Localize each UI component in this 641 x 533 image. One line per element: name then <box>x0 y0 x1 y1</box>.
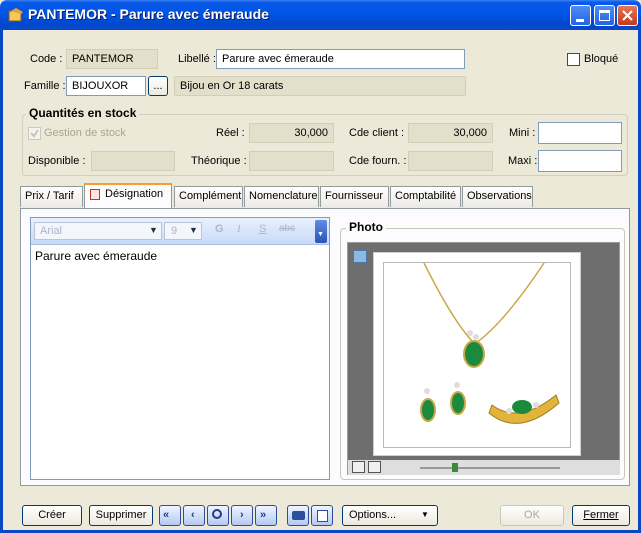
maxi-input[interactable] <box>538 150 622 172</box>
title-bar[interactable]: PANTEMOR - Parure avec émeraude <box>0 0 641 30</box>
chevron-down-icon: ▼ <box>421 510 429 519</box>
reel-label: Réel : <box>216 127 245 139</box>
close-button[interactable] <box>617 5 638 26</box>
left-icon: ‹ <box>191 509 195 521</box>
toolbar-overflow-button[interactable]: ▼ <box>315 220 327 243</box>
fermer-button[interactable]: Fermer <box>572 505 630 526</box>
theorique-label: Théorique : <box>191 155 247 167</box>
zoom-slider-thumb[interactable] <box>452 463 458 472</box>
next-record-button[interactable]: › <box>231 505 253 526</box>
italic-button[interactable]: I <box>237 223 241 235</box>
disponible-label: Disponible : <box>28 155 86 167</box>
list-icon <box>317 510 328 522</box>
document-icon <box>90 189 100 200</box>
stock-group-title: Quantités en stock <box>26 106 140 120</box>
font-select-value: Arial <box>40 225 63 237</box>
jewelry-photo <box>420 262 560 424</box>
double-right-icon: » <box>260 509 267 521</box>
minimize-icon <box>576 19 584 22</box>
tab-fournisseur[interactable]: Fournisseur <box>320 186 389 207</box>
close-icon <box>622 10 633 21</box>
print-button[interactable] <box>287 505 309 526</box>
editor-text: Parure avec émeraude <box>35 249 158 263</box>
zoom-slider[interactable] <box>420 467 560 469</box>
maximize-button[interactable] <box>594 5 615 26</box>
underline-button[interactable]: S <box>259 223 266 235</box>
previous-record-button[interactable]: ‹ <box>183 505 205 526</box>
fit-icon[interactable] <box>352 461 365 473</box>
minimize-button[interactable] <box>570 5 591 26</box>
cde-fourn-value <box>408 151 493 171</box>
font-select[interactable]: Arial ▼ <box>34 222 162 240</box>
theorique-value <box>249 151 334 171</box>
tab-designation[interactable]: Désignation <box>84 183 172 208</box>
tab-prix-tarif[interactable]: Prix / Tarif <box>20 186 83 207</box>
app-icon <box>8 8 23 22</box>
chevron-down-icon: ▼ <box>189 225 198 235</box>
search-button[interactable] <box>207 505 229 526</box>
bold-button[interactable]: G <box>215 223 224 235</box>
double-left-icon: « <box>163 509 170 521</box>
gestion-stock-checkbox[interactable] <box>28 127 41 140</box>
photo-paper <box>373 252 581 456</box>
creer-button[interactable]: Créer <box>22 505 82 526</box>
libelle-label: Libellé : <box>178 53 216 65</box>
tab-strip: Prix / Tarif Désignation Complément Nome… <box>20 183 620 210</box>
bloque-label: Bloqué <box>584 53 619 65</box>
cde-fourn-label: Cde fourn. : <box>349 155 407 167</box>
photo-viewer[interactable] <box>347 242 620 475</box>
cde-client-label: Cde client : <box>349 127 405 139</box>
tab-observations[interactable]: Observations <box>462 186 533 207</box>
bloque-checkbox[interactable] <box>567 53 580 66</box>
famille-browse-button[interactable]: ... <box>148 76 168 96</box>
mini-label: Mini : <box>509 127 536 139</box>
code-field: PANTEMOR <box>66 49 158 69</box>
mini-input[interactable] <box>538 122 622 144</box>
first-record-button[interactable]: « <box>159 505 181 526</box>
maximize-icon <box>599 10 610 21</box>
size-select-value: 9 <box>171 225 178 237</box>
size-select[interactable]: 9 ▼ <box>164 222 202 240</box>
tab-complement[interactable]: Complément <box>174 186 243 207</box>
options-label: Options... <box>349 509 397 521</box>
editor-toolbar: Arial ▼ 9 ▼ G I S abc ▼ <box>31 218 329 245</box>
options-dropdown[interactable]: Options... ▼ <box>342 505 438 526</box>
gestion-stock-label: Gestion de stock <box>44 127 126 139</box>
check-icon <box>30 129 39 138</box>
printer-icon <box>292 511 305 520</box>
tab-comptabilite[interactable]: Comptabilité <box>390 186 461 207</box>
photo-title: Photo <box>346 220 386 234</box>
maxi-label: Maxi : <box>508 155 538 167</box>
last-record-button[interactable]: » <box>255 505 277 526</box>
ok-button[interactable]: OK <box>500 505 564 526</box>
image-icon[interactable] <box>353 250 367 263</box>
photo-toolbar <box>348 460 620 475</box>
famille-description: Bijou en Or 18 carats <box>174 76 466 96</box>
reel-value: 30,000 <box>249 123 334 143</box>
chevron-down-icon: ▼ <box>149 225 158 235</box>
photo-image <box>383 262 571 448</box>
supprimer-button[interactable]: Supprimer <box>89 505 153 526</box>
zoom-icon[interactable] <box>368 461 381 473</box>
libelle-input[interactable]: Parure avec émeraude <box>216 49 465 69</box>
window-title: PANTEMOR - Parure avec émeraude <box>28 6 269 22</box>
right-icon: › <box>240 509 244 521</box>
list-button[interactable] <box>311 505 333 526</box>
famille-label: Famille : <box>24 80 66 92</box>
cde-client-value: 30,000 <box>408 123 493 143</box>
search-icon <box>212 509 222 519</box>
chevron-down-icon: ▼ <box>317 231 324 238</box>
tab-designation-label: Désignation <box>105 188 164 200</box>
designation-editor[interactable]: Arial ▼ 9 ▼ G I S abc ▼ Parure avec émer… <box>30 217 330 480</box>
strike-button[interactable]: abc <box>279 223 295 234</box>
famille-input[interactable]: BIJOUXOR <box>66 76 146 96</box>
tab-nomenclature[interactable]: Nomenclature <box>244 186 319 207</box>
disponible-value <box>91 151 175 171</box>
code-label: Code : <box>30 53 63 65</box>
